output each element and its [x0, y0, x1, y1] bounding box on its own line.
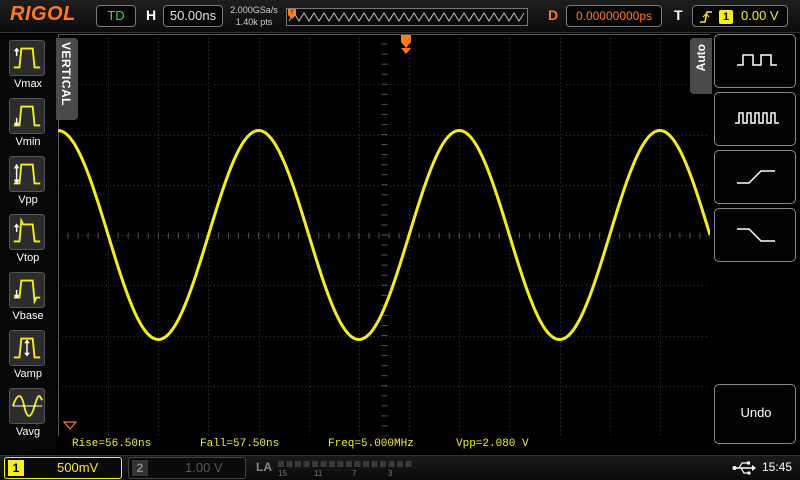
- timebase-display[interactable]: 50.00ns: [163, 5, 223, 27]
- memory-overview-strip[interactable]: T: [286, 8, 528, 26]
- la-channel-marker: [337, 461, 344, 467]
- measurement-panel: Vmax Vmin Vpp Vtop Vbase Vamp Vavg: [0, 34, 56, 454]
- la-channel-marker: [303, 461, 310, 467]
- measure-vtop-button[interactable]: Vtop: [0, 212, 56, 270]
- la-channel-number: 15: [278, 469, 287, 478]
- la-channel-marker: [346, 461, 352, 467]
- la-channel-marker: [354, 461, 361, 467]
- measure-vpp-button[interactable]: Vpp: [0, 154, 56, 212]
- measure-vmin-button[interactable]: Vmin: [0, 96, 56, 154]
- la-channel-marker: [397, 461, 403, 467]
- fall-time-readout: Fall=57.50ns: [200, 438, 280, 450]
- ch1-vertical-scale: 500mV: [57, 460, 99, 475]
- measure-vbase-button[interactable]: Vbase: [0, 270, 56, 328]
- vamp-icon: [9, 330, 45, 366]
- falling-edge-icon: [737, 228, 775, 242]
- single-period-pulse-icon: [737, 54, 777, 66]
- rise-time-button[interactable]: [714, 150, 796, 204]
- memory-overview-waveform: [288, 12, 525, 22]
- vbase-icon: [9, 272, 45, 308]
- memory-depth: 1.40k pts: [235, 17, 273, 27]
- delay-label: D: [548, 7, 559, 23]
- measure-label: Vtop: [16, 252, 40, 264]
- frequency-readout: Freq=5.000MHz: [328, 438, 414, 450]
- sample-rate: 2.000GSa/s: [230, 5, 278, 15]
- la-channel-marker: [380, 461, 386, 467]
- trigger-level: 0.00 V: [741, 8, 779, 23]
- measure-label: Vamp: [14, 368, 42, 380]
- acquisition-info: 2.000GSa/s 1.40k pts: [226, 4, 282, 28]
- usb-icon: [732, 461, 756, 475]
- trigger-position-marker-icon: T: [288, 9, 296, 19]
- la-channel-marker: [329, 461, 335, 467]
- la-channel-marker: [388, 461, 395, 467]
- rigol-logo: RIGOL: [10, 3, 76, 25]
- measure-vmax-button[interactable]: Vmax: [0, 38, 56, 96]
- la-channel-marker: [295, 461, 301, 467]
- vmax-icon: [9, 40, 45, 76]
- auto-menu-tab[interactable]: Auto: [690, 38, 712, 94]
- measure-label: Vpp: [18, 194, 38, 206]
- vavg-icon: [9, 388, 45, 424]
- multi-period-button[interactable]: [714, 92, 796, 146]
- rising-edge-icon: [737, 170, 775, 184]
- logic-analyzer-label[interactable]: LA: [256, 460, 272, 474]
- la-channel-marker: [320, 461, 327, 467]
- graticule: [58, 34, 710, 436]
- multi-period-pulse-icon: [735, 112, 779, 124]
- horizontal-label: H: [146, 7, 157, 23]
- auto-tab-label: Auto: [694, 44, 708, 72]
- vmin-icon: [9, 98, 45, 134]
- ch2-channel-label[interactable]: 2 1.00 V: [128, 457, 246, 479]
- measure-label: Vavg: [15, 426, 41, 438]
- svg-text:T: T: [290, 10, 293, 16]
- ch2-number-badge: 2: [132, 460, 148, 476]
- la-channel-marker: [286, 461, 293, 467]
- ground-reference-marker-icon: [62, 421, 78, 430]
- la-channel-number: 7: [352, 469, 357, 478]
- fall-time-button[interactable]: [714, 208, 796, 262]
- trigger-label: T: [674, 7, 683, 23]
- la-channel-number: 3: [388, 469, 393, 478]
- la-channel-marker: [312, 461, 318, 467]
- system-clock: 15:45: [762, 460, 793, 474]
- measure-label: Vbase: [12, 310, 44, 322]
- undo-label: Undo: [740, 405, 772, 420]
- trigger-status-badge: TD: [96, 5, 136, 27]
- measure-label: Vmax: [13, 78, 43, 90]
- trigger-settings-display[interactable]: 1 0.00 V: [692, 5, 788, 27]
- measure-vamp-button[interactable]: Vamp: [0, 328, 56, 386]
- horizontal-delay-display[interactable]: 0.00000000ps: [566, 5, 662, 27]
- measure-vavg-button[interactable]: Vavg: [0, 386, 56, 444]
- trigger-source-badge: 1: [719, 10, 733, 24]
- vpp-icon: [9, 156, 45, 192]
- vpp-readout: Vpp=2.080 V: [456, 438, 529, 450]
- logic-analyzer-channels: 15 11 7 3: [276, 458, 416, 478]
- vtop-icon: [9, 214, 45, 250]
- trigger-position-indicator-icon: [401, 35, 411, 54]
- ch1-number-badge: 1: [8, 460, 24, 476]
- la-channel-number: 11: [314, 469, 323, 478]
- single-period-button[interactable]: [714, 34, 796, 88]
- la-channel-marker: [405, 461, 412, 467]
- undo-button[interactable]: Undo: [714, 384, 796, 444]
- la-channel-marker: [278, 461, 284, 467]
- waveform-display[interactable]: [58, 34, 710, 436]
- rising-edge-icon: [700, 11, 712, 23]
- top-status-bar: RIGOL TD H 50.00ns 2.000GSa/s 1.40k pts …: [0, 0, 800, 33]
- la-channel-markers: [278, 461, 412, 467]
- measurement-readout: Rise=56.50ns Fall=57.50ns Freq=5.000MHz …: [58, 436, 710, 454]
- la-channel-marker: [371, 461, 378, 467]
- rise-time-readout: Rise=56.50ns: [72, 438, 152, 450]
- measure-label: Vmin: [15, 136, 41, 148]
- ch2-vertical-scale: 1.00 V: [185, 460, 223, 475]
- bottom-status-bar: 1 500mV 2 1.00 V LA 15 11 7 3 15:45: [0, 455, 800, 480]
- ch1-channel-label[interactable]: 1 500mV: [4, 457, 122, 479]
- la-channel-marker: [363, 461, 369, 467]
